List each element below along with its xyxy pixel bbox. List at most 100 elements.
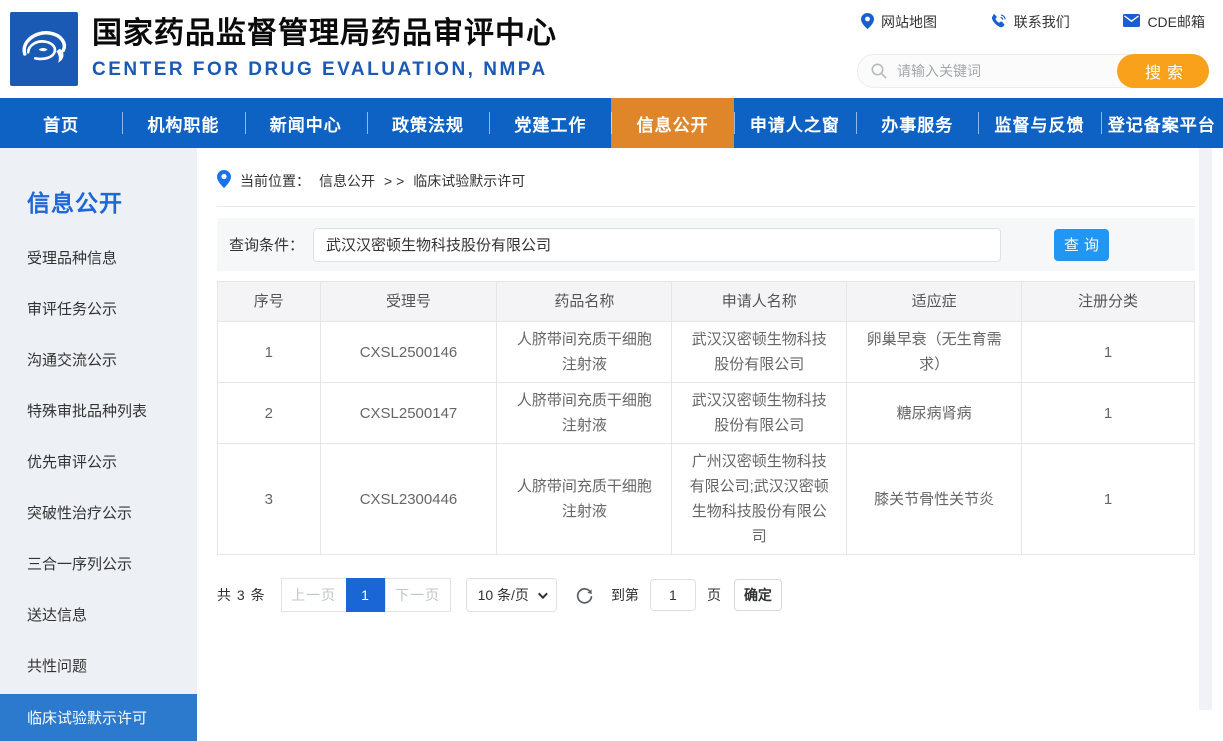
nav-info-disclosure[interactable]: 信息公开: [611, 98, 733, 148]
brand: 国家药品监督管理局药品审评中心 CENTER FOR DRUG EVALUATI…: [10, 12, 557, 86]
sidebar-item-three-in-one[interactable]: 三合一序列公示: [0, 538, 197, 589]
pagination-total: 共 3 条: [217, 585, 266, 605]
nav-party-building[interactable]: 党建工作: [489, 98, 611, 148]
page-1-button[interactable]: 1: [346, 578, 386, 612]
cell-acceptance-no: CXSL2300446: [320, 444, 497, 555]
cell-applicant: 武汉汉密顿生物科技股份有限公司: [672, 383, 847, 444]
location-pin-icon: [861, 13, 874, 32]
col-header-seq: 序号: [218, 282, 321, 322]
phone-icon: [991, 13, 1007, 32]
col-header-drug-name: 药品名称: [497, 282, 672, 322]
breadcrumb-pin-icon: [217, 170, 231, 191]
goto-page-label: 到第: [611, 585, 639, 605]
next-page-button[interactable]: 下一页: [385, 578, 451, 612]
page-size-value: 10 条/页: [478, 585, 529, 605]
breadcrumb-current: 临床试验默示许可: [413, 171, 525, 191]
cell-seq: 2: [218, 383, 321, 444]
sidebar-item-common-issues[interactable]: 共性问题: [0, 640, 197, 691]
sidebar-item-priority-review[interactable]: 优先审评公示: [0, 436, 197, 487]
breadcrumb: 当前位置： 信息公开 > > 临床试验默示许可: [217, 170, 1195, 207]
query-condition-input[interactable]: [313, 228, 1001, 262]
sitemap-label: 网站地图: [881, 12, 937, 32]
cell-seq: 3: [218, 444, 321, 555]
nav-news[interactable]: 新闻中心: [245, 98, 367, 148]
cell-registration-class: 1: [1022, 444, 1195, 555]
pagination: 共 3 条 上一页 1 下一页 10 条/页 到第 页 确定: [217, 578, 1195, 612]
col-header-applicant: 申请人名称: [672, 282, 847, 322]
envelope-icon: [1123, 14, 1140, 30]
cell-indication: 卵巢早衰（无生育需求）: [847, 322, 1022, 383]
site-title: 国家药品监督管理局药品审评中心: [92, 17, 557, 52]
breadcrumb-section[interactable]: 信息公开: [319, 171, 375, 191]
table-header-row: 序号 受理号 药品名称 申请人名称 适应症 注册分类: [218, 282, 1195, 322]
quick-links: 网站地图 联系我们 CDE邮箱: [857, 12, 1209, 32]
main-layout: 信息公开 受理品种信息 审评任务公示 沟通交流公示 特殊审批品种列表 优先审评公…: [0, 148, 1223, 710]
nav-functions[interactable]: 机构职能: [122, 98, 244, 148]
mail-label: CDE邮箱: [1147, 12, 1205, 32]
site-header: 国家药品监督管理局药品审评中心 CENTER FOR DRUG EVALUATI…: [0, 0, 1223, 98]
sidebar: 信息公开 受理品种信息 审评任务公示 沟通交流公示 特殊审批品种列表 优先审评公…: [0, 148, 197, 710]
brand-text: 国家药品监督管理局药品审评中心 CENTER FOR DRUG EVALUATI…: [92, 17, 557, 81]
nav-home[interactable]: 首页: [0, 98, 122, 148]
nav-policies[interactable]: 政策法规: [367, 98, 489, 148]
cell-drug-name: 人脐带间充质干细胞注射液: [497, 444, 672, 555]
cell-indication: 膝关节骨性关节炎: [847, 444, 1022, 555]
sidebar-item-clinical-trial-implied-license[interactable]: 临床试验默示许可: [0, 694, 197, 741]
chevron-down-icon: [538, 589, 548, 599]
site-search-button[interactable]: 搜索: [1117, 54, 1209, 88]
cell-registration-class: 1: [1022, 322, 1195, 383]
sidebar-item-accepted-variety-info[interactable]: 受理品种信息: [0, 232, 197, 283]
cell-acceptance-no: CXSL2500146: [320, 322, 497, 383]
refresh-icon[interactable]: [575, 586, 594, 605]
sidebar-item-special-approval-list[interactable]: 特殊审批品种列表: [0, 385, 197, 436]
page-size-select[interactable]: 10 条/页: [466, 578, 557, 612]
header-right: 网站地图 联系我们 CDE邮箱 搜索: [857, 10, 1209, 88]
goto-page-input[interactable]: [650, 579, 696, 611]
query-panel: 查询条件： 查询: [217, 218, 1195, 271]
sidebar-menu: 受理品种信息 审评任务公示 沟通交流公示 特殊审批品种列表 优先审评公示 突破性…: [0, 232, 197, 741]
table-row: 2 CXSL2500147 人脐带间充质干细胞注射液 武汉汉密顿生物科技股份有限…: [218, 383, 1195, 444]
cell-drug-name: 人脐带间充质干细胞注射液: [497, 322, 672, 383]
main-nav: 首页 机构职能 新闻中心 政策法规 党建工作 信息公开 申请人之窗 办事服务 监…: [0, 98, 1223, 148]
sidebar-title: 信息公开: [0, 178, 197, 232]
cde-swirl-icon: [16, 22, 72, 77]
col-header-indication: 适应症: [847, 282, 1022, 322]
prev-page-button[interactable]: 上一页: [281, 578, 347, 612]
content: 当前位置： 信息公开 > > 临床试验默示许可 查询条件： 查询 序号 受理号 …: [197, 148, 1223, 710]
cell-applicant: 武汉汉密顿生物科技股份有限公司: [672, 322, 847, 383]
breadcrumb-separator: > >: [384, 173, 404, 189]
cell-seq: 1: [218, 322, 321, 383]
contact-label: 联系我们: [1014, 12, 1070, 32]
goto-page-unit: 页: [707, 585, 721, 605]
cde-logo: [10, 12, 78, 86]
results-table: 序号 受理号 药品名称 申请人名称 适应症 注册分类 1 CXSL2500146…: [217, 281, 1195, 555]
table-row: 3 CXSL2300446 人脐带间充质干细胞注射液 广州汉密顿生物科技有限公司…: [218, 444, 1195, 555]
table-row: 1 CXSL2500146 人脐带间充质干细胞注射液 武汉汉密顿生物科技股份有限…: [218, 322, 1195, 383]
sidebar-item-breakthrough-therapy[interactable]: 突破性治疗公示: [0, 487, 197, 538]
cell-acceptance-no: CXSL2500147: [320, 383, 497, 444]
mail-link[interactable]: CDE邮箱: [1123, 12, 1205, 32]
cell-indication: 糖尿病肾病: [847, 383, 1022, 444]
site-subtitle: CENTER FOR DRUG EVALUATION, NMPA: [92, 59, 557, 81]
breadcrumb-prefix: 当前位置：: [240, 171, 310, 191]
search-icon: [871, 63, 887, 79]
nav-supervision-feedback[interactable]: 监督与反馈: [978, 98, 1100, 148]
goto-confirm-button[interactable]: 确定: [734, 579, 782, 611]
nav-applicant-window[interactable]: 申请人之窗: [734, 98, 856, 148]
page-scrollbar[interactable]: [1199, 148, 1212, 710]
sidebar-item-delivery-info[interactable]: 送达信息: [0, 589, 197, 640]
nav-registration-platform[interactable]: 登记备案平台: [1101, 98, 1223, 148]
sitemap-link[interactable]: 网站地图: [861, 12, 937, 32]
sidebar-item-communication[interactable]: 沟通交流公示: [0, 334, 197, 385]
cell-applicant: 广州汉密顿生物科技有限公司;武汉汉密顿生物科技股份有限公司: [672, 444, 847, 555]
col-header-registration-class: 注册分类: [1022, 282, 1195, 322]
site-search: 搜索: [857, 54, 1209, 88]
query-button[interactable]: 查询: [1054, 229, 1109, 261]
keyword-search-input[interactable]: [887, 56, 1117, 86]
nav-services[interactable]: 办事服务: [856, 98, 978, 148]
cell-registration-class: 1: [1022, 383, 1195, 444]
sidebar-item-review-task[interactable]: 审评任务公示: [0, 283, 197, 334]
col-header-acceptance-no: 受理号: [320, 282, 497, 322]
contact-link[interactable]: 联系我们: [991, 12, 1070, 32]
cell-drug-name: 人脐带间充质干细胞注射液: [497, 383, 672, 444]
